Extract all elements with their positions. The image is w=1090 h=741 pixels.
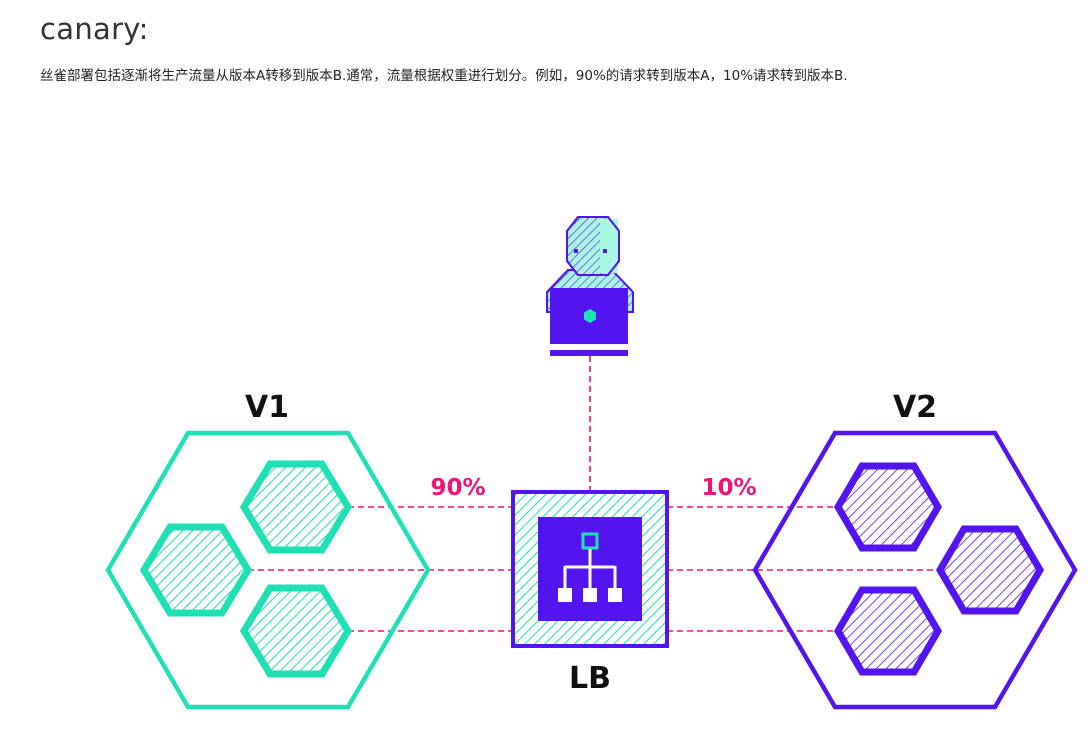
v2-percent-label: 10% xyxy=(701,475,756,501)
v1-pod-top xyxy=(239,460,353,554)
v1-percent-label: 90% xyxy=(430,475,485,501)
v1-label: V1 xyxy=(245,390,289,425)
v1-pod-bottom xyxy=(239,584,353,678)
laptop-icon xyxy=(550,288,628,356)
v2-pod-top xyxy=(833,462,943,552)
v2-pod-right xyxy=(935,525,1045,615)
v2-label: V2 xyxy=(893,390,937,425)
v2-pod-bottom xyxy=(833,586,943,676)
load-balancer-icon xyxy=(511,490,669,648)
canary-diagram: V1 V2 LB 90% 10% xyxy=(105,216,1078,710)
lb-label: LB xyxy=(569,661,611,696)
v1-pod-left xyxy=(139,523,253,617)
